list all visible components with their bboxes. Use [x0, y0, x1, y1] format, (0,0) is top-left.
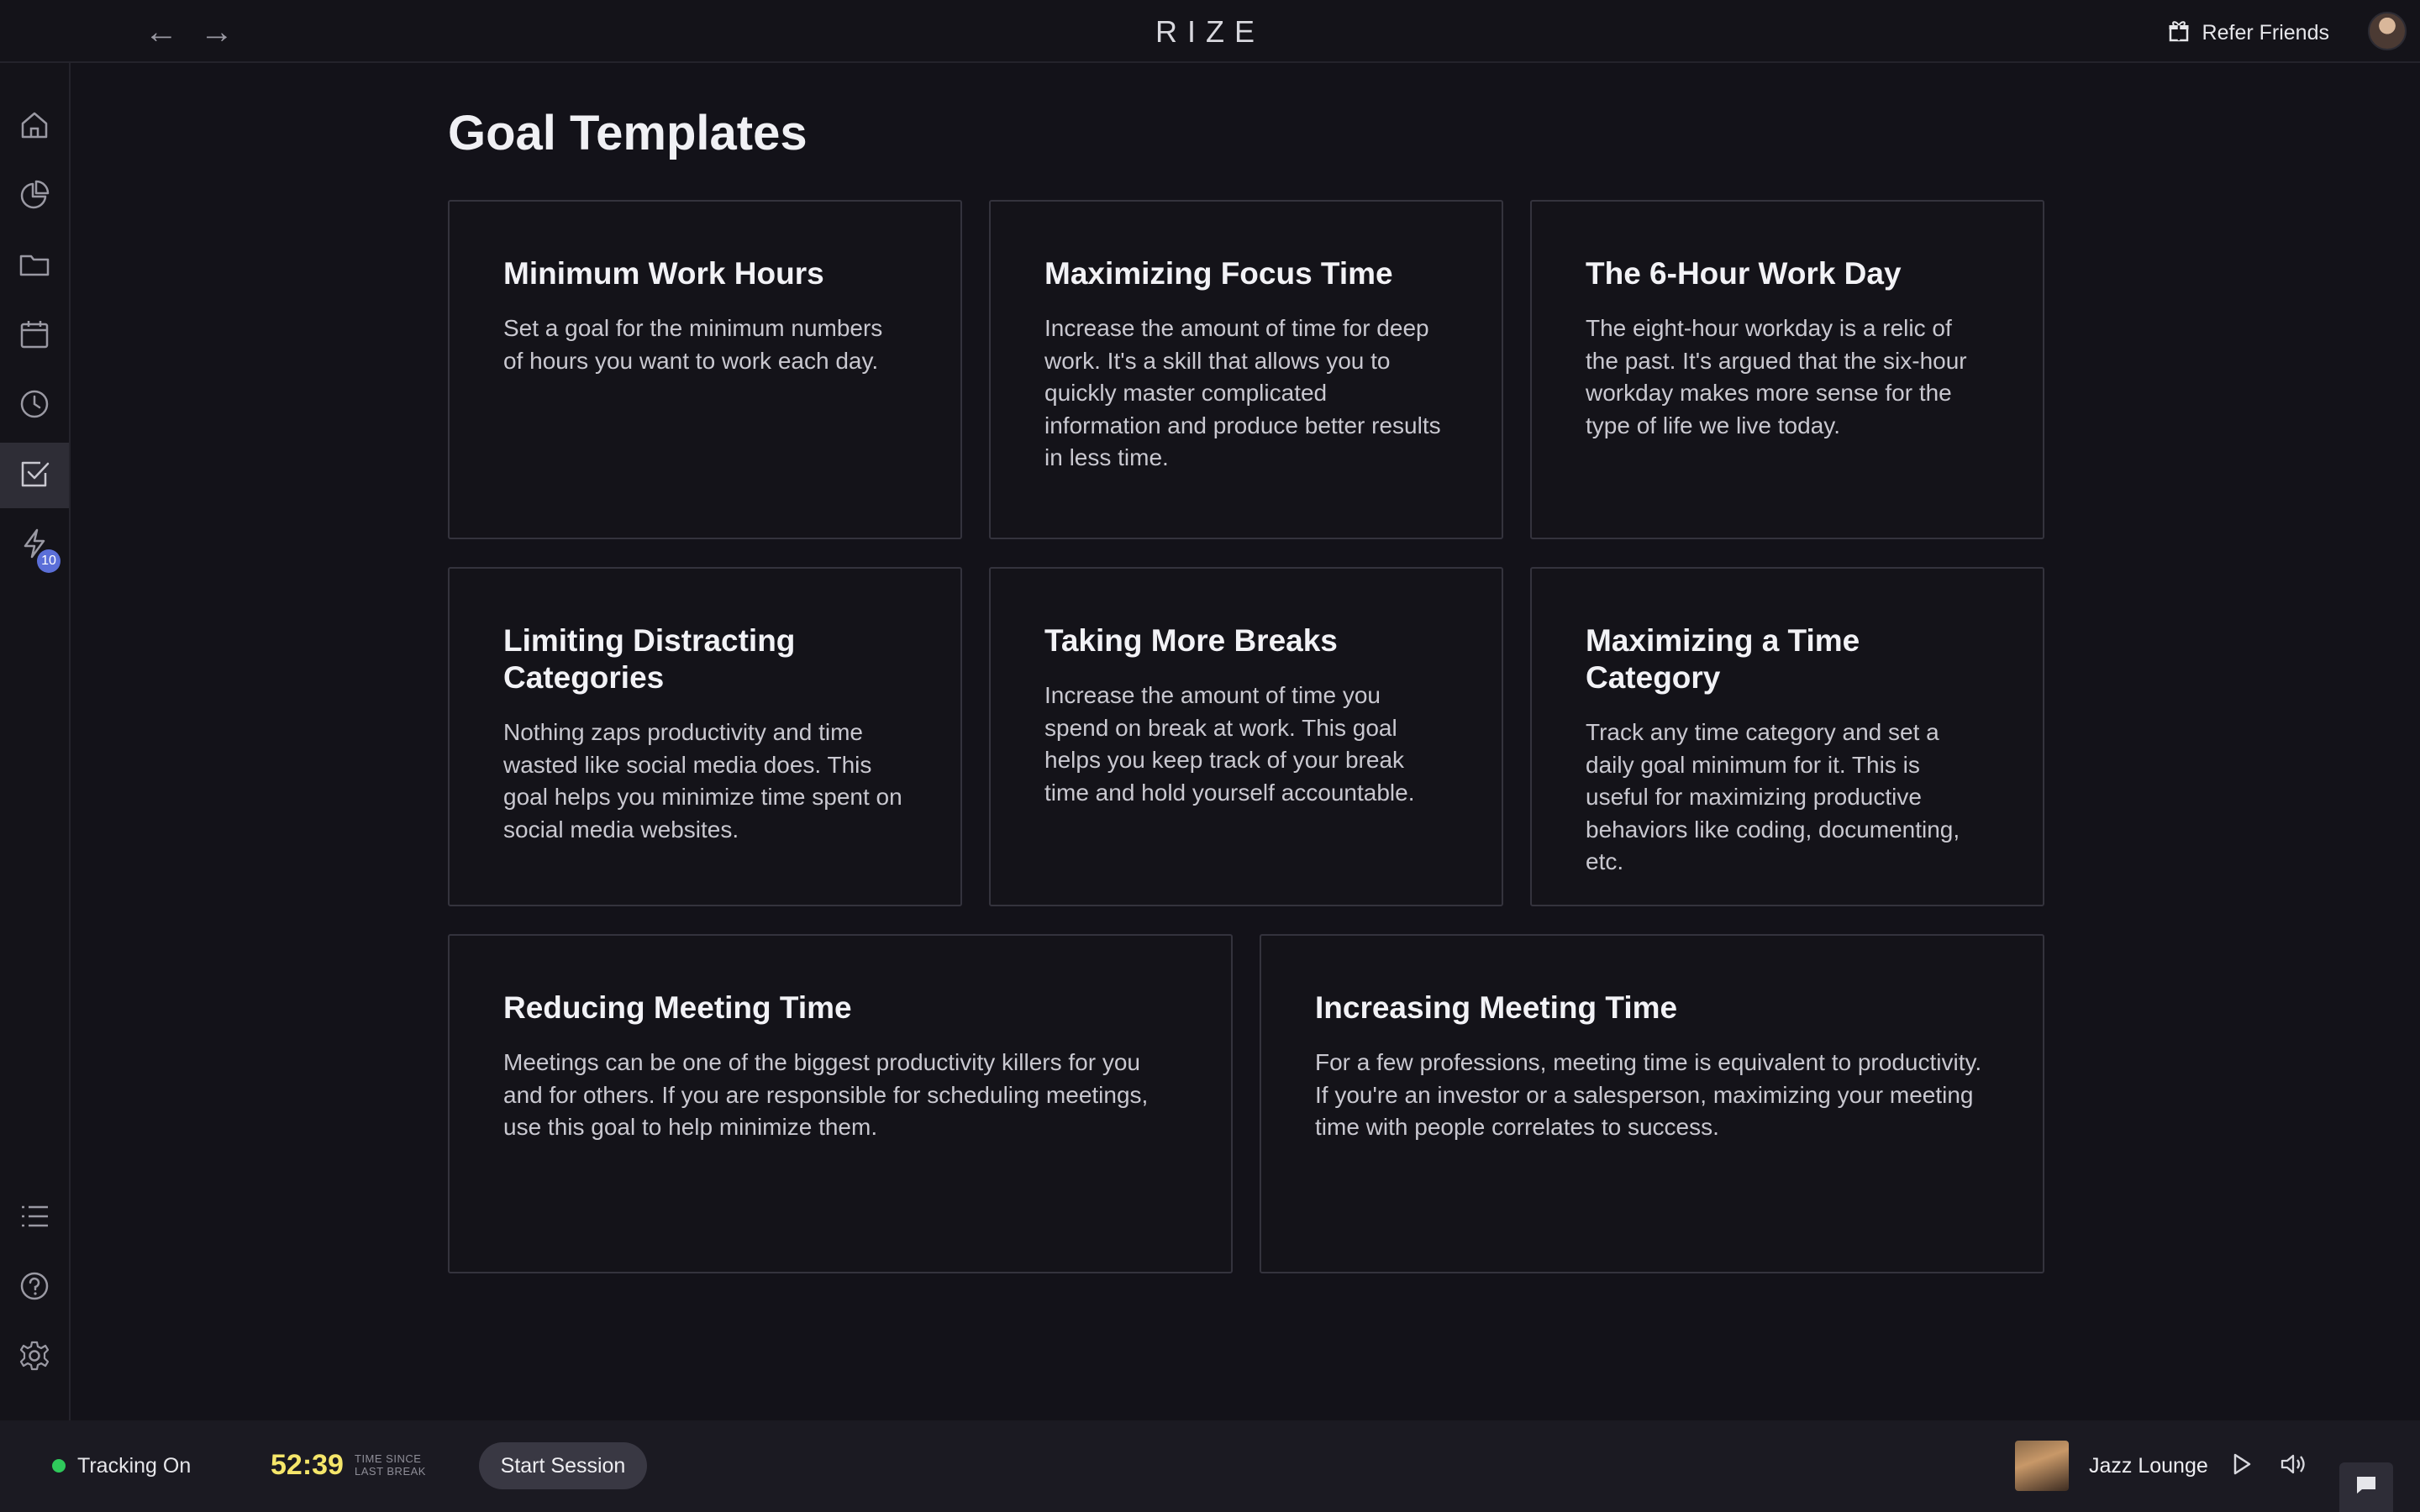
volume-button[interactable]	[2274, 1446, 2314, 1486]
app-window: ← → RIZE Refer Friends 10 Goal Templates…	[0, 0, 2420, 1512]
card-description: Increase the amount of time you spend on…	[1044, 682, 1415, 806]
avatar[interactable]	[2368, 12, 2407, 50]
tracking-label: Tracking On	[77, 1453, 192, 1478]
sidebar-item-calendar[interactable]	[0, 303, 69, 369]
volume-icon	[2280, 1452, 2308, 1481]
goal-template-card[interactable]: Taking More Breaks Increase the amount o…	[989, 567, 1503, 906]
card-title: Minimum Work Hours	[503, 256, 824, 291]
calendar-icon	[17, 317, 52, 356]
sidebar-item-list[interactable]	[0, 1185, 69, 1251]
sidebar: 10	[0, 63, 71, 1420]
music-title: Jazz Lounge	[2089, 1454, 2208, 1478]
play-button[interactable]	[2222, 1446, 2262, 1486]
start-session-button[interactable]: Start Session	[479, 1442, 647, 1489]
goal-template-card[interactable]: Maximizing a Time Category Track any tim…	[1530, 567, 2044, 906]
goal-template-card[interactable]: Maximizing Focus Time Increase the amoun…	[989, 200, 1503, 539]
card-description: The eight-hour workday is a relic of the…	[1586, 315, 1967, 438]
card-description: Nothing zaps productivity and time waste…	[503, 719, 902, 843]
card-title: Reducing Meeting Time	[503, 990, 852, 1025]
sidebar-item-goals[interactable]	[0, 443, 69, 508]
goal-template-card[interactable]: Increasing Meeting Time For a few profes…	[1260, 934, 2044, 1273]
sidebar-item-automations[interactable]: 10	[0, 512, 69, 578]
card-title: Limiting Distracting Categories	[503, 623, 796, 695]
app-logo: RIZE	[1155, 14, 1265, 49]
pie-chart-icon	[17, 177, 52, 217]
card-title: Increasing Meeting Time	[1315, 990, 1678, 1025]
chat-icon	[2355, 1475, 2377, 1499]
gift-icon	[2169, 20, 2189, 46]
card-title: The 6-Hour Work Day	[1586, 256, 1902, 291]
sidebar-item-projects[interactable]	[0, 234, 69, 299]
notification-badge: 10	[37, 549, 60, 573]
refer-friends-button[interactable]: Refer Friends	[2169, 15, 2329, 50]
play-icon	[2230, 1452, 2254, 1481]
timer-caption-line: TIME SINCE	[355, 1452, 422, 1465]
timer-caption-line: LAST BREAK	[355, 1465, 426, 1478]
sidebar-item-analytics[interactable]	[0, 164, 69, 229]
forward-arrow-icon[interactable]: →	[193, 12, 240, 52]
sidebar-item-home[interactable]	[0, 94, 69, 160]
card-description: Set a goal for the minimum numbers of ho…	[503, 315, 883, 374]
goal-template-card[interactable]: The 6-Hour Work Day The eight-hour workd…	[1530, 200, 2044, 539]
chat-button[interactable]	[2339, 1462, 2393, 1512]
main-content: Goal Templates Minimum Work Hours Set a …	[71, 63, 2420, 1420]
card-description: Track any time category and set a daily …	[1586, 719, 1960, 874]
top-bar: ← → RIZE Refer Friends	[0, 0, 2420, 63]
card-title: Taking More Breaks	[1044, 623, 1338, 658]
sidebar-item-settings[interactable]	[0, 1325, 69, 1390]
page-title: Goal Templates	[448, 106, 808, 160]
tracking-toggle[interactable]: Tracking On	[52, 1446, 191, 1486]
card-title: Maximizing a Time Category	[1586, 623, 1860, 695]
help-icon	[17, 1268, 52, 1308]
card-title: Maximizing Focus Time	[1044, 256, 1393, 291]
gear-icon	[17, 1338, 52, 1378]
bottom-bar: Tracking On 52:39 TIME SINCE LAST BREAK …	[0, 1420, 2420, 1512]
card-description: For a few professions, meeting time is e…	[1315, 1049, 1982, 1140]
break-timer: 52:39	[271, 1449, 344, 1481]
home-icon	[17, 108, 52, 147]
goal-template-card[interactable]: Reducing Meeting Time Meetings can be on…	[448, 934, 1233, 1273]
card-description: Meetings can be one of the biggest produ…	[503, 1049, 1149, 1140]
back-arrow-icon[interactable]: ←	[138, 12, 185, 52]
clock-icon	[17, 386, 52, 426]
refer-friends-label: Refer Friends	[2202, 20, 2329, 45]
timer-caption: TIME SINCE LAST BREAK	[355, 1452, 426, 1478]
status-dot-icon	[52, 1459, 66, 1473]
goal-template-card[interactable]: Limiting Distracting Categories Nothing …	[448, 567, 962, 906]
goal-template-card[interactable]: Minimum Work Hours Set a goal for the mi…	[448, 200, 962, 539]
checkbox-icon	[17, 456, 52, 496]
music-album-art	[2015, 1441, 2069, 1491]
list-icon	[17, 1199, 52, 1238]
card-description: Increase the amount of time for deep wor…	[1044, 315, 1441, 470]
folder-icon	[17, 247, 52, 286]
sidebar-item-history[interactable]	[0, 373, 69, 438]
sidebar-item-help[interactable]	[0, 1255, 69, 1320]
